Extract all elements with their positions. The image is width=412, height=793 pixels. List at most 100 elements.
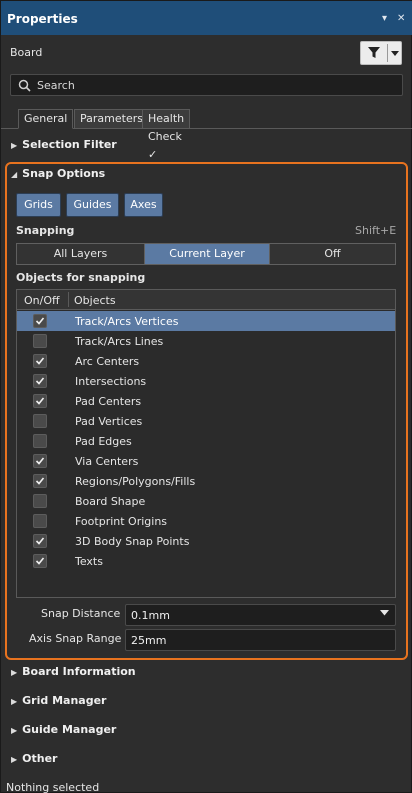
object-label: Arc Centers bbox=[75, 355, 140, 368]
search-icon bbox=[18, 79, 31, 92]
checkmark-icon bbox=[35, 317, 45, 325]
checkmark-icon bbox=[35, 457, 45, 465]
option-current-layer[interactable]: Current Layer bbox=[145, 244, 269, 264]
snap-checkbox[interactable] bbox=[33, 354, 47, 368]
object-label: Pad Edges bbox=[75, 435, 132, 448]
table-row[interactable]: Board Shape bbox=[17, 491, 395, 511]
table-row[interactable]: Via Centers bbox=[17, 451, 395, 471]
object-label: Board Shape bbox=[75, 495, 146, 508]
search-input[interactable]: Search bbox=[10, 74, 403, 96]
checkmark-icon bbox=[35, 557, 45, 565]
objects-for-snapping-label: Objects for snapping bbox=[16, 271, 146, 284]
section-title: Snap Options bbox=[22, 167, 106, 180]
expand-arrow-icon: ▶ bbox=[11, 141, 18, 150]
chevron-down-icon[interactable] bbox=[391, 51, 399, 57]
panel-menu-icon[interactable]: ▾ bbox=[382, 13, 387, 24]
snapping-layer-selector: All Layers Current Layer Off bbox=[16, 243, 396, 265]
object-label: Footprint Origins bbox=[75, 515, 168, 528]
column-divider bbox=[68, 292, 69, 307]
table-row[interactable]: Pad Vertices bbox=[17, 411, 395, 431]
snap-distance-select[interactable]: 0.1mm bbox=[125, 604, 396, 626]
search-placeholder: Search bbox=[37, 79, 75, 92]
object-label: Texts bbox=[75, 555, 103, 568]
object-label: Track/Arcs Vertices bbox=[75, 315, 179, 328]
guides-button[interactable]: Guides bbox=[66, 193, 119, 217]
checkmark-icon bbox=[35, 477, 45, 485]
expand-arrow-icon: ▶ bbox=[11, 668, 18, 677]
tab-parameters[interactable]: Parameters bbox=[74, 109, 149, 129]
table-row[interactable]: Footprint Origins bbox=[17, 511, 395, 531]
section-title: Guide Manager bbox=[22, 723, 117, 736]
option-off[interactable]: Off bbox=[270, 244, 395, 264]
checkmark-icon bbox=[35, 357, 45, 365]
section-selection-filter[interactable]: ▶ Selection Filter bbox=[11, 138, 117, 151]
snap-checkbox[interactable] bbox=[33, 334, 47, 348]
table-row[interactable]: Regions/Polygons/Fills bbox=[17, 471, 395, 491]
axis-snap-range-value: 25mm bbox=[131, 634, 167, 647]
tab-general[interactable]: General bbox=[18, 109, 74, 129]
table-row[interactable]: Pad Edges bbox=[17, 431, 395, 451]
axes-button[interactable]: Axes bbox=[124, 193, 163, 217]
column-header-objects[interactable]: Objects bbox=[74, 294, 116, 307]
object-label: Track/Arcs Lines bbox=[75, 335, 164, 348]
snap-checkbox[interactable] bbox=[33, 514, 47, 528]
object-label: Pad Centers bbox=[75, 395, 142, 408]
snap-distance-label: Snap Distance bbox=[41, 607, 121, 620]
table-row[interactable]: Pad Centers bbox=[17, 391, 395, 411]
object-label: Intersections bbox=[75, 375, 147, 388]
snap-checkbox[interactable] bbox=[33, 494, 47, 508]
option-all-layers[interactable]: All Layers bbox=[17, 244, 144, 264]
snap-checkbox[interactable] bbox=[33, 474, 47, 488]
object-label: Pad Vertices bbox=[75, 415, 143, 428]
object-label: Regions/Polygons/Fills bbox=[75, 475, 196, 488]
tab-health-check[interactable]: Health Check ✓ bbox=[142, 109, 191, 161]
column-header-onoff[interactable]: On/Off bbox=[24, 294, 60, 307]
snap-checkbox[interactable] bbox=[33, 314, 47, 328]
snap-checkbox[interactable] bbox=[33, 414, 47, 428]
axis-snap-range-input[interactable]: 25mm bbox=[125, 629, 396, 651]
filter-button[interactable] bbox=[360, 41, 402, 65]
section-grid-manager[interactable]: ▶ Grid Manager bbox=[11, 694, 106, 707]
section-other[interactable]: ▶ Other bbox=[11, 752, 57, 765]
snap-checkbox[interactable] bbox=[33, 454, 47, 468]
snap-distance-value: 0.1mm bbox=[131, 609, 170, 622]
checkmark-icon bbox=[35, 537, 45, 545]
table-row[interactable]: Intersections bbox=[17, 371, 395, 391]
checkmark-icon bbox=[35, 397, 45, 405]
table-row[interactable]: Track/Arcs Lines bbox=[17, 331, 395, 351]
snap-checkbox[interactable] bbox=[33, 554, 47, 568]
section-board-information[interactable]: ▶ Board Information bbox=[11, 665, 136, 678]
board-label: Board bbox=[10, 46, 43, 59]
snapping-shortcut: Shift+E bbox=[355, 224, 397, 237]
section-title: Board Information bbox=[22, 665, 136, 678]
panel-title-bar[interactable]: Properties ▾ ✕ bbox=[1, 1, 412, 35]
status-text: Nothing selected bbox=[6, 781, 100, 793]
object-label: Via Centers bbox=[75, 455, 139, 468]
snap-checkbox[interactable] bbox=[33, 394, 47, 408]
close-icon[interactable]: ✕ bbox=[397, 13, 405, 24]
axis-snap-range-label: Axis Snap Range bbox=[29, 632, 122, 645]
panel-title: Properties bbox=[7, 12, 78, 26]
table-row[interactable]: 3D Body Snap Points bbox=[17, 531, 395, 551]
table-row[interactable]: Arc Centers bbox=[17, 351, 395, 371]
grids-button[interactable]: Grids bbox=[16, 193, 61, 217]
snap-checkbox[interactable] bbox=[33, 534, 47, 548]
chevron-down-icon bbox=[380, 610, 389, 616]
section-title: Other bbox=[22, 752, 58, 765]
expand-arrow-icon: ▶ bbox=[11, 726, 18, 735]
snap-checkbox[interactable] bbox=[33, 434, 47, 448]
objects-table: On/Off Objects Track/Arcs Vertices Track/… bbox=[16, 289, 396, 598]
expand-arrow-icon: ▶ bbox=[11, 755, 18, 764]
snap-checkbox[interactable] bbox=[33, 374, 47, 388]
expand-arrow-icon: ▶ bbox=[11, 697, 18, 706]
collapse-arrow-icon: ◢ bbox=[11, 170, 18, 179]
properties-panel: Properties ▾ ✕ Board Search General Para… bbox=[0, 0, 412, 793]
filter-icon bbox=[368, 47, 380, 58]
table-header: On/Off Objects bbox=[17, 290, 395, 310]
table-row[interactable]: Track/Arcs Vertices bbox=[17, 311, 395, 331]
snapping-label: Snapping bbox=[16, 224, 75, 237]
checkmark-icon bbox=[35, 377, 45, 385]
section-snap-options[interactable]: ◢ Snap Options bbox=[11, 167, 105, 180]
table-row[interactable]: Texts bbox=[17, 551, 395, 571]
section-guide-manager[interactable]: ▶ Guide Manager bbox=[11, 723, 116, 736]
